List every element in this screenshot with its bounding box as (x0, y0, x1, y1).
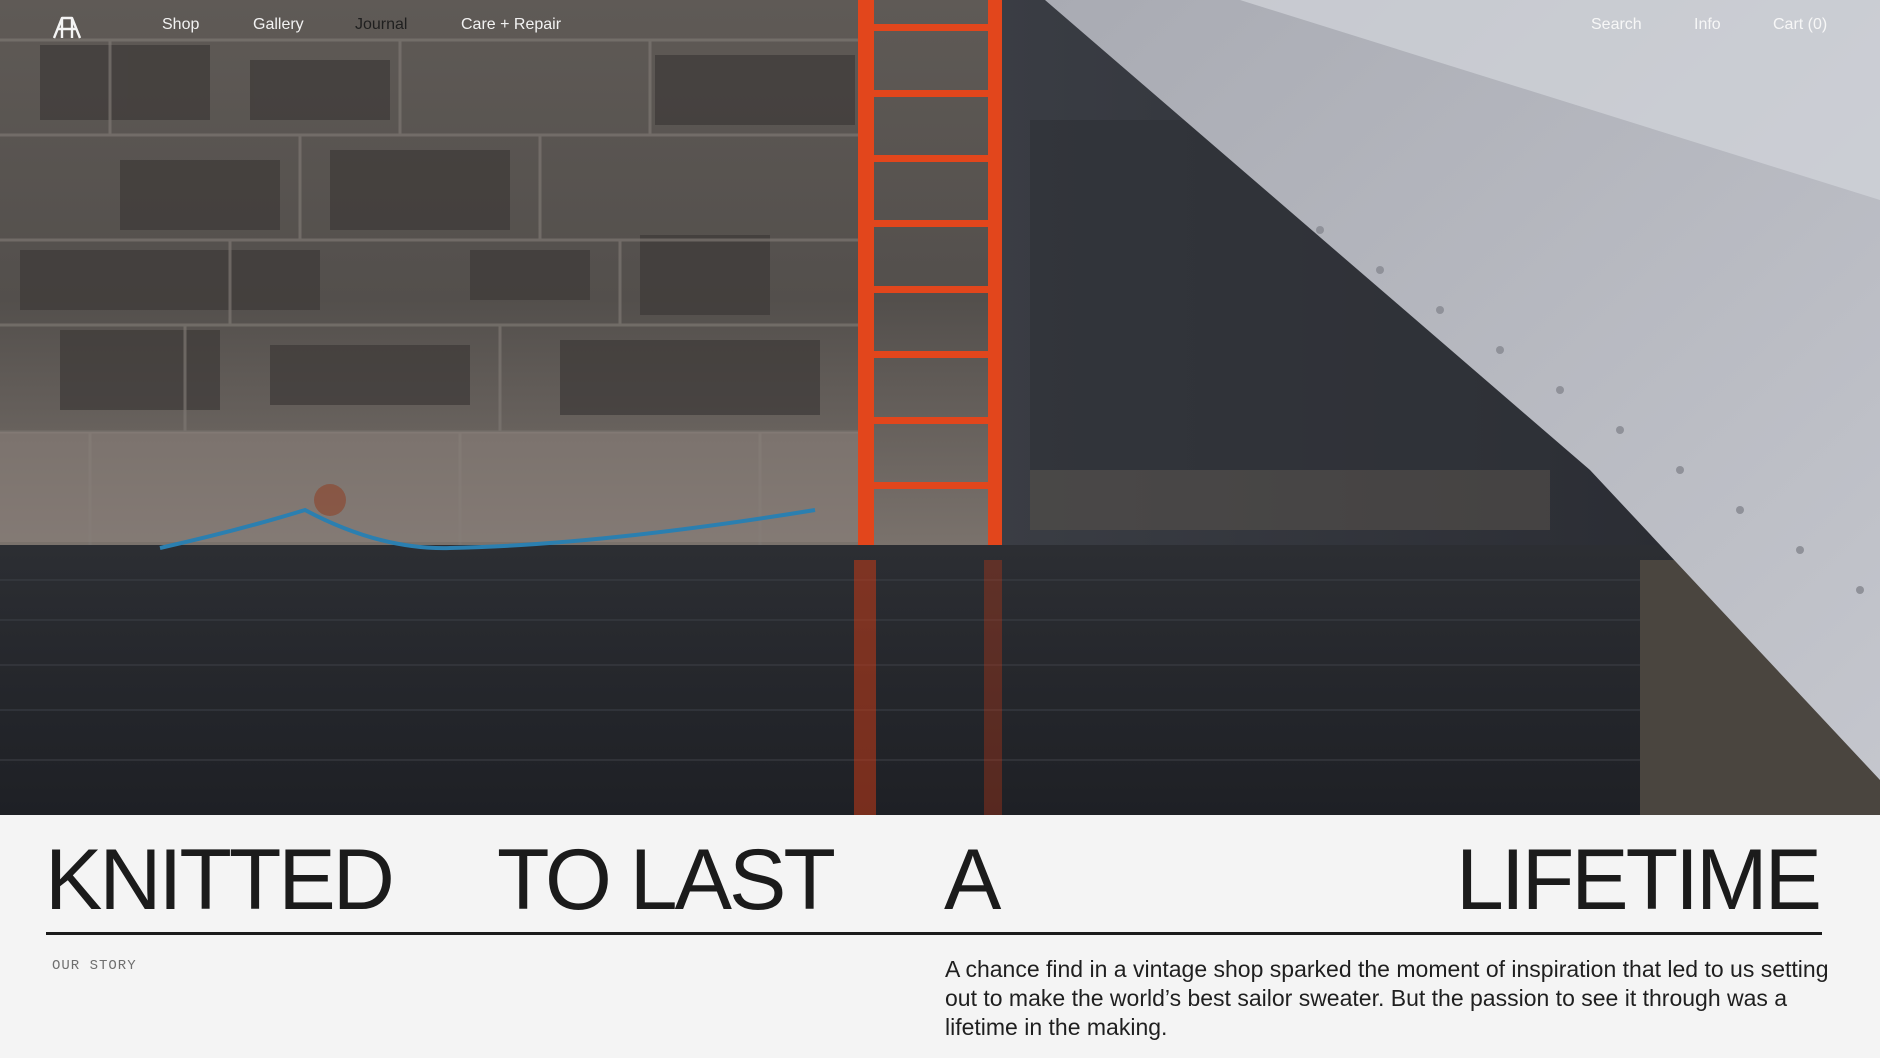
nav-link-info[interactable]: Info (1694, 16, 1721, 34)
nav-link-search[interactable]: Search (1591, 16, 1642, 34)
headline-word-a: A (944, 832, 1001, 928)
section-label-our-story: OUR STORY (52, 958, 137, 974)
headline-divider (46, 932, 1822, 935)
headline-word-to-last: TO LAST (497, 832, 836, 928)
headline: KNITTED TO LAST A LIFETIME (0, 815, 1880, 935)
nav-link-journal[interactable]: Journal (355, 16, 407, 34)
nav-link-cart[interactable]: Cart (0) (1773, 16, 1827, 34)
nav-link-gallery[interactable]: Gallery (253, 16, 304, 34)
nav-link-care-repair[interactable]: Care + Repair (461, 16, 561, 34)
top-navigation: Shop Gallery Journal Care + Repair Searc… (0, 0, 1880, 52)
headline-word-lifetime: LIFETIME (1456, 832, 1822, 928)
story-paragraph: A chance find in a vintage shop sparked … (945, 956, 1829, 1040)
harbour-wall-scene (0, 0, 1880, 815)
nav-link-shop[interactable]: Shop (162, 16, 199, 34)
hero-image (0, 0, 1880, 815)
brand-logo-icon[interactable] (52, 16, 82, 40)
headline-word-knitted: KNITTED (45, 832, 395, 928)
